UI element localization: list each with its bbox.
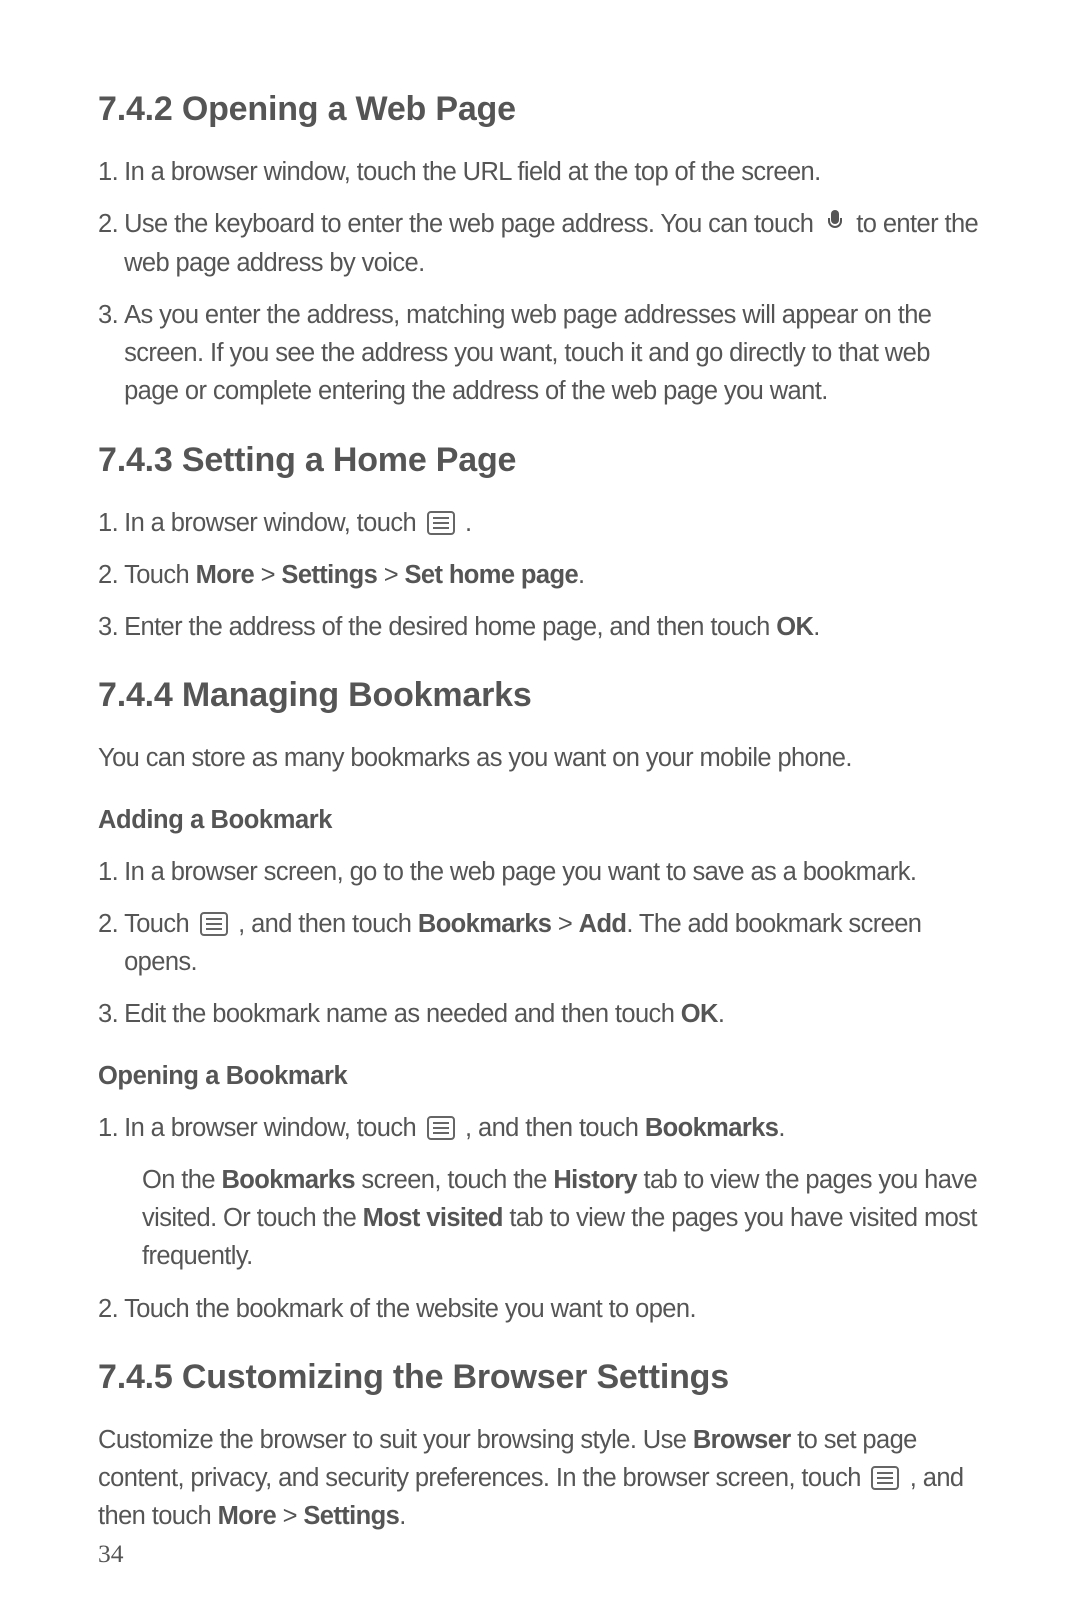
text-run: Bookmarks — [645, 1114, 779, 1142]
text-run: Touch — [124, 561, 196, 589]
menu-icon — [427, 511, 455, 535]
subheading-opening-bookmark: Opening a Bookmark — [98, 1062, 982, 1091]
text-run: OK — [681, 1000, 718, 1028]
text-run: Enter the address of the desired home pa… — [124, 613, 776, 641]
list-item-number: 1. — [98, 153, 118, 191]
list-item: 1.In a browser window, touch , and then … — [98, 1109, 982, 1147]
list-item-number: 2. — [98, 905, 118, 943]
text-run: . — [718, 1000, 725, 1028]
text-run: > — [254, 561, 281, 589]
section-heading-742: 7.4.2 Opening a Web Page — [98, 90, 982, 129]
list-item-body: In a browser screen, go to the web page … — [124, 853, 982, 891]
list-item: 1.In a browser screen, go to the web pag… — [98, 853, 982, 891]
text-run: screen, touch the — [355, 1166, 553, 1194]
list-item: 2.Touch , and then touch Bookmarks > Add… — [98, 905, 982, 982]
section-744-intro: You can store as many bookmarks as you w… — [98, 739, 982, 777]
menu-icon — [200, 912, 228, 936]
text-run: Set home page — [404, 561, 578, 589]
text-run: In a browser window, touch — [124, 509, 422, 537]
section-heading-743: 7.4.3 Setting a Home Page — [98, 441, 982, 480]
list-item-body: In a browser window, touch . — [124, 504, 982, 542]
list-item-body: Use the keyboard to enter the web page a… — [124, 205, 982, 282]
list-item: 3.Enter the address of the desired home … — [98, 608, 982, 646]
list-item: 2.Use the keyboard to enter the web page… — [98, 205, 982, 282]
list-item-number: 2. — [98, 205, 118, 243]
list-item-number: 1. — [98, 1109, 118, 1147]
list-item-number: 2. — [98, 1290, 118, 1328]
list-item: 3.Edit the bookmark name as needed and t… — [98, 995, 982, 1033]
list-item-body: Touch , and then touch Bookmarks > Add. … — [124, 905, 982, 982]
list-item-number: 1. — [98, 504, 118, 542]
text-run: As you enter the address, matching web p… — [124, 301, 931, 406]
text-run: . — [459, 509, 472, 537]
text-run: Customize the browser to suit your brows… — [98, 1426, 693, 1454]
list-item: 3.As you enter the address, matching web… — [98, 296, 982, 411]
text-run: History — [553, 1166, 637, 1194]
text-run: Touch — [124, 910, 196, 938]
list-item-number: 3. — [98, 296, 118, 334]
text-run: Use the keyboard to enter the web page a… — [124, 210, 820, 238]
list-item-body: Enter the address of the desired home pa… — [124, 608, 982, 646]
text-run: > — [276, 1502, 303, 1530]
list-item-body: Touch More > Settings > Set home page. — [124, 556, 982, 594]
text-run: Most visited — [363, 1204, 503, 1232]
text-run: Settings — [281, 561, 377, 589]
text-run: . — [778, 1114, 785, 1142]
list-item: 1.In a browser window, touch . — [98, 504, 982, 542]
text-run: Edit the bookmark name as needed and the… — [124, 1000, 681, 1028]
text-run: , and then touch — [459, 1114, 645, 1142]
list-item: 1.In a browser window, touch the URL fie… — [98, 153, 982, 191]
list-item-body: In a browser window, touch , and then to… — [124, 1109, 982, 1147]
text-run: In a browser window, touch — [124, 1114, 422, 1142]
list-item: 2.Touch the bookmark of the website you … — [98, 1290, 982, 1328]
text-run: On the — [142, 1166, 221, 1194]
list-item: 2.Touch More > Settings > Set home page. — [98, 556, 982, 594]
list-item-body: Edit the bookmark name as needed and the… — [124, 995, 982, 1033]
text-run: Bookmarks — [418, 910, 552, 938]
text-run: OK — [776, 613, 813, 641]
text-run: Touch the bookmark of the website you wa… — [124, 1295, 696, 1323]
text-run: . — [813, 613, 820, 641]
section-heading-744: 7.4.4 Managing Bookmarks — [98, 676, 982, 715]
list-item-note: On the Bookmarks screen, touch the Histo… — [142, 1161, 982, 1276]
text-run: Bookmarks — [221, 1166, 355, 1194]
text-run: Browser — [693, 1426, 791, 1454]
text-run: Settings — [303, 1502, 399, 1530]
list-item-body: Touch the bookmark of the website you wa… — [124, 1290, 982, 1328]
text-run: . — [399, 1502, 406, 1530]
menu-icon — [871, 1466, 899, 1490]
list-item-number: 3. — [98, 995, 118, 1033]
list-item-body: In a browser window, touch the URL field… — [124, 153, 982, 191]
list-item-number: 2. — [98, 556, 118, 594]
list-item-number: 3. — [98, 608, 118, 646]
text-run: . — [578, 561, 585, 589]
text-run: > — [551, 910, 578, 938]
list-item-number: 1. — [98, 853, 118, 891]
text-run: In a browser window, touch the URL field… — [124, 158, 821, 186]
section-heading-745: 7.4.5 Customizing the Browser Settings — [98, 1358, 982, 1397]
text-run: Add — [579, 910, 627, 938]
subheading-adding-bookmark: Adding a Bookmark — [98, 806, 982, 835]
text-run: In a browser screen, go to the web page … — [124, 858, 916, 886]
text-run: More — [218, 1502, 277, 1530]
text-run: > — [377, 561, 404, 589]
section-745-para: Customize the browser to suit your brows… — [98, 1421, 982, 1536]
menu-icon — [427, 1116, 455, 1140]
microphone-icon — [826, 210, 844, 234]
list-item-body: As you enter the address, matching web p… — [124, 296, 982, 411]
page-number: 34 — [98, 1539, 124, 1569]
text-run: More — [196, 561, 255, 589]
text-run: , and then touch — [232, 910, 418, 938]
